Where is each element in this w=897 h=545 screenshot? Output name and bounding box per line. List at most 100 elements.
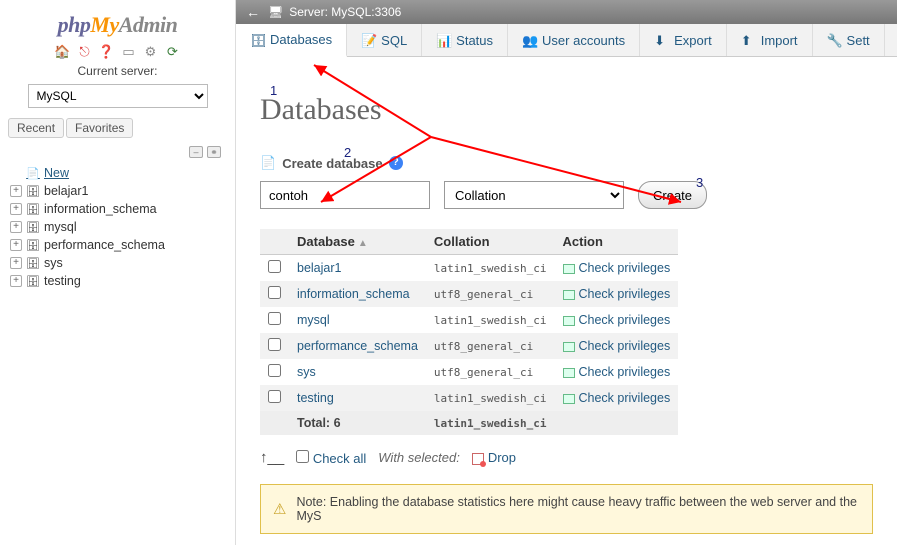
with-selected-label: With selected: xyxy=(378,450,460,465)
row-checkbox[interactable] xyxy=(268,364,281,377)
tab-import[interactable]: ⬆Import xyxy=(727,24,813,56)
table-total: Total: 6 xyxy=(289,411,426,435)
check-privileges-link[interactable]: Check privileges xyxy=(555,307,679,333)
privileges-icon xyxy=(563,264,575,274)
database-icon: 🗄 xyxy=(26,274,40,288)
stats-warning: ⚠ Note: Enabling the database statistics… xyxy=(260,484,873,534)
check-privileges-link[interactable]: Check privileges xyxy=(555,255,679,282)
reload-icon[interactable]: ⟳ xyxy=(165,44,181,60)
docs-icon[interactable]: ❓ xyxy=(99,44,115,60)
link-icon[interactable]: ⚭ xyxy=(207,146,221,158)
logout-icon[interactable]: ⎋ xyxy=(77,44,93,60)
privileges-icon xyxy=(563,290,575,300)
privileges-icon xyxy=(563,394,575,404)
privileges-icon xyxy=(563,368,575,378)
warning-icon: ⚠ xyxy=(273,500,286,518)
top-nav: 🗄Databases 📝SQL 📊Status 👥User accounts ⬇… xyxy=(236,24,897,57)
sql-icon: 📝 xyxy=(361,33,375,47)
db-collation: latin1_swedish_ci xyxy=(426,307,555,333)
status-icon: 📊 xyxy=(436,33,450,47)
row-checkbox[interactable] xyxy=(268,390,281,403)
db-link[interactable]: information_schema xyxy=(289,281,426,307)
tab-settings[interactable]: 🔧Sett xyxy=(813,24,885,56)
db-collation: utf8_general_ci xyxy=(426,281,555,307)
tab-databases[interactable]: 🗄Databases xyxy=(236,24,347,57)
db-collation: latin1_swedish_ci xyxy=(426,255,555,282)
row-checkbox[interactable] xyxy=(268,312,281,325)
tree-db[interactable]: + 🗄 performance_schema xyxy=(10,236,229,254)
tree-db[interactable]: + 🗄 information_schema xyxy=(10,200,229,218)
col-database[interactable]: Database▲ xyxy=(289,229,426,255)
database-icon: 🗄 xyxy=(26,184,40,198)
tree-db[interactable]: + 🗄 testing xyxy=(10,272,229,290)
current-server-label: Current server: xyxy=(6,64,229,78)
create-button[interactable]: Create xyxy=(638,181,707,209)
table-row: performance_schemautf8_general_ciCheck p… xyxy=(260,333,678,359)
import-icon: ⬆ xyxy=(741,33,755,47)
check-all[interactable]: Check all xyxy=(296,450,366,466)
collapse-all-icon[interactable]: – xyxy=(189,146,203,158)
tree-db[interactable]: + 🗄 belajar1 xyxy=(10,182,229,200)
row-checkbox[interactable] xyxy=(268,286,281,299)
row-checkbox[interactable] xyxy=(268,338,281,351)
gear-icon[interactable]: ⚙ xyxy=(143,44,159,60)
privileges-icon xyxy=(563,342,575,352)
sidebar-quick-icons: 🏠 ⎋ ❓ ▭ ⚙ ⟳ xyxy=(6,44,229,60)
logo: phpMyAdmin xyxy=(6,12,229,38)
server-select[interactable]: MySQL xyxy=(28,84,208,108)
check-privileges-link[interactable]: Check privileges xyxy=(555,359,679,385)
tab-status[interactable]: 📊Status xyxy=(422,24,508,56)
new-db-icon: 📄 xyxy=(260,155,276,171)
check-all-checkbox[interactable] xyxy=(296,450,309,463)
db-table: Database▲ Collation Action belajar1latin… xyxy=(260,229,678,435)
tree-db[interactable]: + 🗄 mysql xyxy=(10,218,229,236)
breadcrumb: ← 🖥 Server: MySQL:3306 xyxy=(236,0,897,24)
export-icon: ⬇ xyxy=(654,33,668,47)
database-icon: 🗄 xyxy=(26,220,40,234)
database-icon: 🗄 xyxy=(26,202,40,216)
tab-export[interactable]: ⬇Export xyxy=(640,24,727,56)
users-icon: 👥 xyxy=(522,33,536,47)
expand-icon[interactable]: + xyxy=(10,257,22,269)
server-icon: 🖥 xyxy=(268,5,283,19)
back-icon[interactable]: ← xyxy=(246,4,260,20)
home-icon[interactable]: 🏠 xyxy=(55,44,71,60)
col-collation[interactable]: Collation xyxy=(426,229,555,255)
select-up-arrow-icon: ↑__ xyxy=(260,449,284,466)
tab-users[interactable]: 👥User accounts xyxy=(508,24,640,56)
new-db-name-input[interactable] xyxy=(260,181,430,209)
check-privileges-link[interactable]: Check privileges xyxy=(555,385,679,411)
db-link[interactable]: mysql xyxy=(289,307,426,333)
expand-icon[interactable]: + xyxy=(10,239,22,251)
tree-db[interactable]: + 🗄 sys xyxy=(10,254,229,272)
expand-icon[interactable]: + xyxy=(10,275,22,287)
privileges-icon xyxy=(563,316,575,326)
db-link[interactable]: testing xyxy=(289,385,426,411)
col-action: Action xyxy=(555,229,679,255)
collation-select[interactable]: Collation xyxy=(444,181,624,209)
check-privileges-link[interactable]: Check privileges xyxy=(555,281,679,307)
table-row: testinglatin1_swedish_ciCheck privileges xyxy=(260,385,678,411)
favorites-tab[interactable]: Favorites xyxy=(66,118,133,138)
check-privileges-link[interactable]: Check privileges xyxy=(555,333,679,359)
recent-tab[interactable]: Recent xyxy=(8,118,64,138)
tab-sql[interactable]: 📝SQL xyxy=(347,24,422,56)
table-row: sysutf8_general_ciCheck privileges xyxy=(260,359,678,385)
expand-icon[interactable]: + xyxy=(10,185,22,197)
sql-icon[interactable]: ▭ xyxy=(121,44,137,60)
row-checkbox[interactable] xyxy=(268,260,281,273)
create-db-label: Create database xyxy=(282,156,382,171)
table-row: information_schemautf8_general_ciCheck p… xyxy=(260,281,678,307)
new-db-icon: 📄 xyxy=(26,166,40,180)
database-icon: 🗄 xyxy=(26,238,40,252)
db-link[interactable]: sys xyxy=(289,359,426,385)
drop-action[interactable]: Drop xyxy=(472,450,516,465)
expand-icon[interactable]: + xyxy=(10,203,22,215)
expand-icon[interactable]: + xyxy=(10,221,22,233)
db-link[interactable]: belajar1 xyxy=(289,255,426,282)
help-icon[interactable]: ? xyxy=(389,156,403,170)
tree-new[interactable]: 📄 New xyxy=(10,164,229,182)
database-icon: 🗄 xyxy=(250,33,264,47)
breadcrumb-server[interactable]: Server: MySQL:3306 xyxy=(289,5,401,19)
db-link[interactable]: performance_schema xyxy=(289,333,426,359)
